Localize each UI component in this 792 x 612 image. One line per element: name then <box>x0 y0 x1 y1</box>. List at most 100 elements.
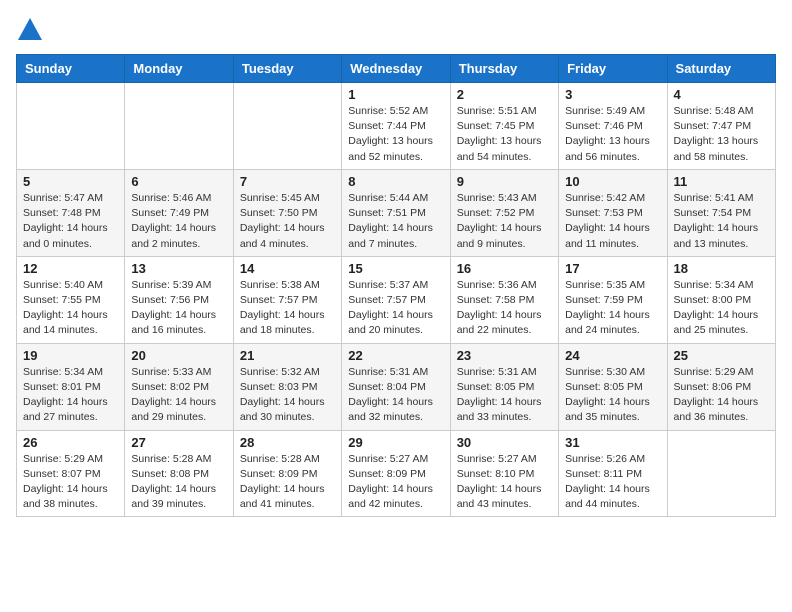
day-number: 6 <box>131 174 226 189</box>
day-number: 13 <box>131 261 226 276</box>
day-info: Sunrise: 5:38 AM Sunset: 7:57 PM Dayligh… <box>240 278 335 339</box>
calendar-cell: 5 Sunrise: 5:47 AM Sunset: 7:48 PM Daylig… <box>17 169 125 256</box>
day-number: 9 <box>457 174 552 189</box>
day-number: 8 <box>348 174 443 189</box>
day-number: 28 <box>240 435 335 450</box>
day-info: Sunrise: 5:29 AM Sunset: 8:06 PM Dayligh… <box>674 365 769 426</box>
calendar-week-row: 1 Sunrise: 5:52 AM Sunset: 7:44 PM Daylig… <box>17 83 776 170</box>
calendar-cell: 29 Sunrise: 5:27 AM Sunset: 8:09 PM Dayli… <box>342 430 450 517</box>
weekday-header: Wednesday <box>342 55 450 83</box>
calendar-cell <box>17 83 125 170</box>
calendar-cell: 30 Sunrise: 5:27 AM Sunset: 8:10 PM Dayli… <box>450 430 558 517</box>
weekday-header: Monday <box>125 55 233 83</box>
day-number: 20 <box>131 348 226 363</box>
day-info: Sunrise: 5:51 AM Sunset: 7:45 PM Dayligh… <box>457 104 552 165</box>
day-info: Sunrise: 5:49 AM Sunset: 7:46 PM Dayligh… <box>565 104 660 165</box>
day-info: Sunrise: 5:31 AM Sunset: 8:04 PM Dayligh… <box>348 365 443 426</box>
day-info: Sunrise: 5:29 AM Sunset: 8:07 PM Dayligh… <box>23 452 118 513</box>
day-number: 4 <box>674 87 769 102</box>
day-number: 30 <box>457 435 552 450</box>
day-info: Sunrise: 5:36 AM Sunset: 7:58 PM Dayligh… <box>457 278 552 339</box>
calendar-cell: 31Sunrise: 5:26 AM Sunset: 8:11 PM Dayli… <box>559 430 667 517</box>
calendar-cell: 14 Sunrise: 5:38 AM Sunset: 7:57 PM Dayli… <box>233 256 341 343</box>
weekday-header: Sunday <box>17 55 125 83</box>
day-info: Sunrise: 5:47 AM Sunset: 7:48 PM Dayligh… <box>23 191 118 252</box>
day-number: 7 <box>240 174 335 189</box>
calendar-cell: 12Sunrise: 5:40 AM Sunset: 7:55 PM Dayli… <box>17 256 125 343</box>
day-number: 26 <box>23 435 118 450</box>
calendar-cell: 26 Sunrise: 5:29 AM Sunset: 8:07 PM Dayli… <box>17 430 125 517</box>
day-info: Sunrise: 5:41 AM Sunset: 7:54 PM Dayligh… <box>674 191 769 252</box>
calendar-cell: 28 Sunrise: 5:28 AM Sunset: 8:09 PM Dayli… <box>233 430 341 517</box>
day-number: 22 <box>348 348 443 363</box>
calendar-table: SundayMondayTuesdayWednesdayThursdayFrid… <box>16 54 776 517</box>
calendar-cell: 21Sunrise: 5:32 AM Sunset: 8:03 PM Dayli… <box>233 343 341 430</box>
calendar-cell: 22 Sunrise: 5:31 AM Sunset: 8:04 PM Dayli… <box>342 343 450 430</box>
day-info: Sunrise: 5:48 AM Sunset: 7:47 PM Dayligh… <box>674 104 769 165</box>
day-info: Sunrise: 5:45 AM Sunset: 7:50 PM Dayligh… <box>240 191 335 252</box>
day-info: Sunrise: 5:34 AM Sunset: 8:01 PM Dayligh… <box>23 365 118 426</box>
day-number: 14 <box>240 261 335 276</box>
calendar-cell: 9Sunrise: 5:43 AM Sunset: 7:52 PM Daylig… <box>450 169 558 256</box>
calendar-cell: 23 Sunrise: 5:31 AM Sunset: 8:05 PM Dayli… <box>450 343 558 430</box>
calendar-cell <box>233 83 341 170</box>
day-number: 17 <box>565 261 660 276</box>
calendar-cell: 27 Sunrise: 5:28 AM Sunset: 8:08 PM Dayli… <box>125 430 233 517</box>
calendar-cell: 16Sunrise: 5:36 AM Sunset: 7:58 PM Dayli… <box>450 256 558 343</box>
day-info: Sunrise: 5:27 AM Sunset: 8:09 PM Dayligh… <box>348 452 443 513</box>
day-number: 11 <box>674 174 769 189</box>
day-info: Sunrise: 5:27 AM Sunset: 8:10 PM Dayligh… <box>457 452 552 513</box>
day-number: 27 <box>131 435 226 450</box>
calendar-cell: 11 Sunrise: 5:41 AM Sunset: 7:54 PM Dayli… <box>667 169 775 256</box>
weekday-header: Tuesday <box>233 55 341 83</box>
day-number: 15 <box>348 261 443 276</box>
day-number: 31 <box>565 435 660 450</box>
calendar-cell: 20 Sunrise: 5:33 AM Sunset: 8:02 PM Dayli… <box>125 343 233 430</box>
weekday-header: Friday <box>559 55 667 83</box>
day-number: 12 <box>23 261 118 276</box>
day-number: 29 <box>348 435 443 450</box>
day-info: Sunrise: 5:28 AM Sunset: 8:09 PM Dayligh… <box>240 452 335 513</box>
day-info: Sunrise: 5:35 AM Sunset: 7:59 PM Dayligh… <box>565 278 660 339</box>
calendar-week-row: 19 Sunrise: 5:34 AM Sunset: 8:01 PM Dayli… <box>17 343 776 430</box>
day-number: 5 <box>23 174 118 189</box>
calendar-cell: 25 Sunrise: 5:29 AM Sunset: 8:06 PM Dayli… <box>667 343 775 430</box>
day-number: 24 <box>565 348 660 363</box>
day-number: 19 <box>23 348 118 363</box>
day-info: Sunrise: 5:37 AM Sunset: 7:57 PM Dayligh… <box>348 278 443 339</box>
day-number: 3 <box>565 87 660 102</box>
day-info: Sunrise: 5:31 AM Sunset: 8:05 PM Dayligh… <box>457 365 552 426</box>
calendar-cell: 13 Sunrise: 5:39 AM Sunset: 7:56 PM Dayli… <box>125 256 233 343</box>
day-info: Sunrise: 5:42 AM Sunset: 7:53 PM Dayligh… <box>565 191 660 252</box>
calendar-cell: 18 Sunrise: 5:34 AM Sunset: 8:00 PM Dayli… <box>667 256 775 343</box>
day-info: Sunrise: 5:33 AM Sunset: 8:02 PM Dayligh… <box>131 365 226 426</box>
logo <box>16 16 48 44</box>
page-header <box>16 16 776 44</box>
calendar-header-row: SundayMondayTuesdayWednesdayThursdayFrid… <box>17 55 776 83</box>
day-number: 25 <box>674 348 769 363</box>
calendar-cell: 24Sunrise: 5:30 AM Sunset: 8:05 PM Dayli… <box>559 343 667 430</box>
day-info: Sunrise: 5:52 AM Sunset: 7:44 PM Dayligh… <box>348 104 443 165</box>
calendar-week-row: 12Sunrise: 5:40 AM Sunset: 7:55 PM Dayli… <box>17 256 776 343</box>
calendar-cell: 19 Sunrise: 5:34 AM Sunset: 8:01 PM Dayli… <box>17 343 125 430</box>
calendar-cell: 4 Sunrise: 5:48 AM Sunset: 7:47 PM Daylig… <box>667 83 775 170</box>
day-number: 18 <box>674 261 769 276</box>
day-number: 23 <box>457 348 552 363</box>
day-info: Sunrise: 5:46 AM Sunset: 7:49 PM Dayligh… <box>131 191 226 252</box>
day-info: Sunrise: 5:39 AM Sunset: 7:56 PM Dayligh… <box>131 278 226 339</box>
day-info: Sunrise: 5:28 AM Sunset: 8:08 PM Dayligh… <box>131 452 226 513</box>
calendar-cell: 15 Sunrise: 5:37 AM Sunset: 7:57 PM Dayli… <box>342 256 450 343</box>
day-number: 2 <box>457 87 552 102</box>
calendar-cell: 8Sunrise: 5:44 AM Sunset: 7:51 PM Daylig… <box>342 169 450 256</box>
calendar-cell <box>125 83 233 170</box>
logo-icon <box>16 16 44 44</box>
calendar-cell: 2 Sunrise: 5:51 AM Sunset: 7:45 PM Daylig… <box>450 83 558 170</box>
weekday-header: Thursday <box>450 55 558 83</box>
calendar-cell: 7 Sunrise: 5:45 AM Sunset: 7:50 PM Daylig… <box>233 169 341 256</box>
calendar-week-row: 26 Sunrise: 5:29 AM Sunset: 8:07 PM Dayli… <box>17 430 776 517</box>
calendar-cell: 6 Sunrise: 5:46 AM Sunset: 7:49 PM Daylig… <box>125 169 233 256</box>
day-number: 1 <box>348 87 443 102</box>
day-info: Sunrise: 5:34 AM Sunset: 8:00 PM Dayligh… <box>674 278 769 339</box>
calendar-cell: 1 Sunrise: 5:52 AM Sunset: 7:44 PM Daylig… <box>342 83 450 170</box>
day-info: Sunrise: 5:32 AM Sunset: 8:03 PM Dayligh… <box>240 365 335 426</box>
